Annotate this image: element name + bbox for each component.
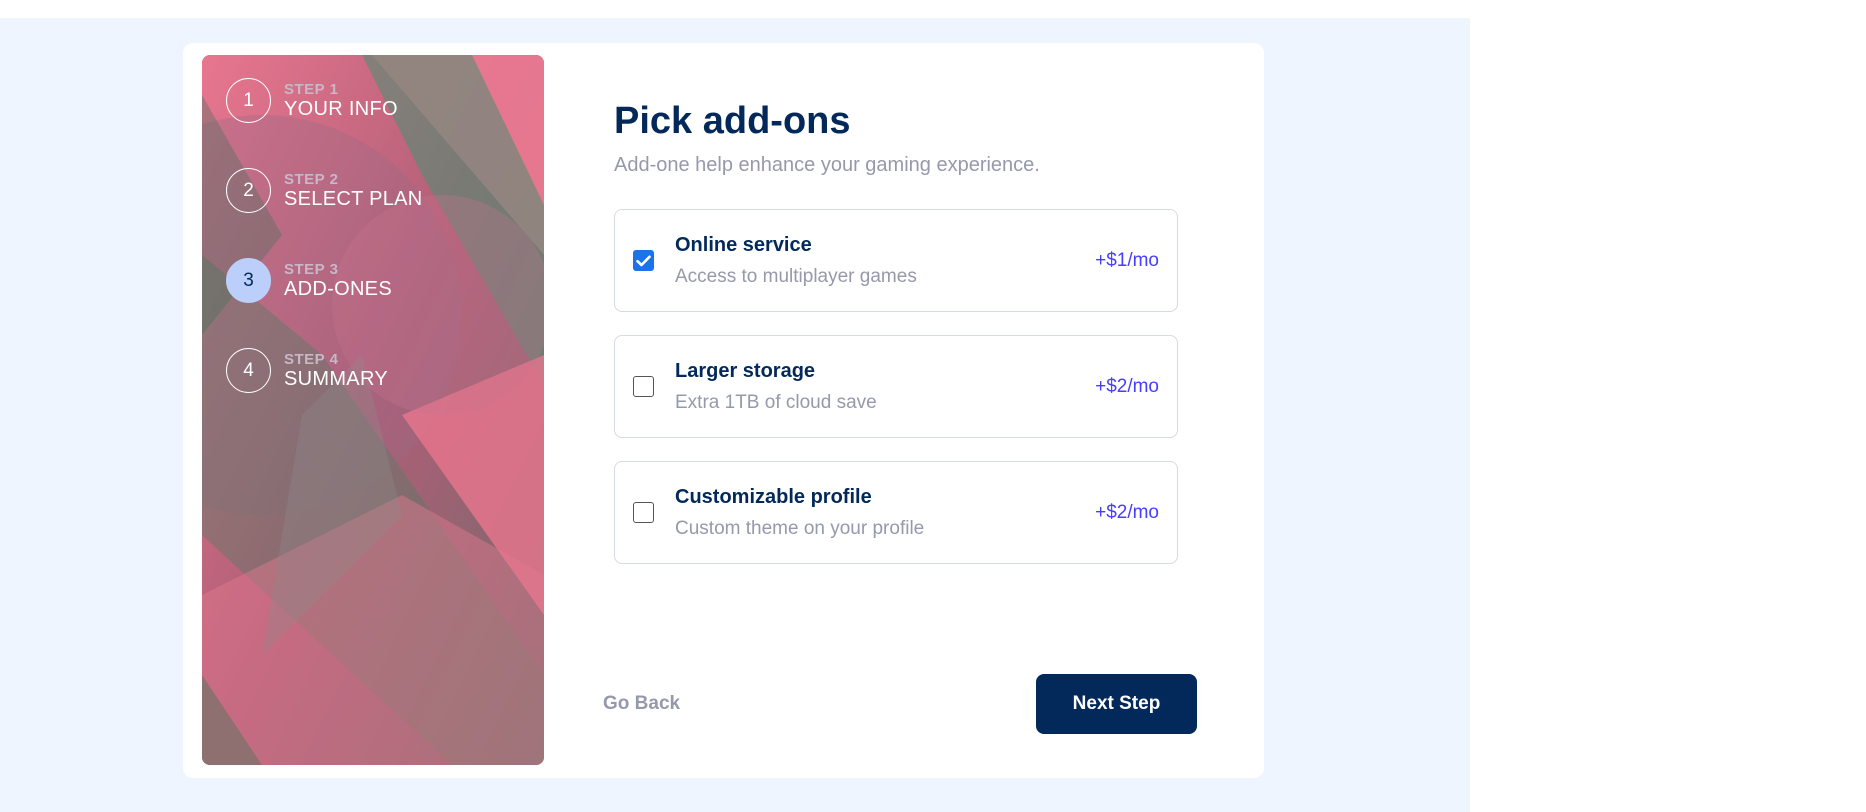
addon-description: Custom theme on your profile xyxy=(675,517,925,539)
form-card: 1 STEP 1 YOUR INFO 2 STEP 2 SELECT PLAN … xyxy=(183,43,1264,778)
step-1: 1 STEP 1 YOUR INFO xyxy=(226,78,398,123)
step-label: SELECT PLAN xyxy=(284,188,423,210)
step-label: YOUR INFO xyxy=(284,98,398,120)
addon-name: Larger storage xyxy=(675,359,816,382)
checkmark-icon xyxy=(636,255,651,266)
step-number-circle: 1 xyxy=(226,78,271,123)
addon-online-service[interactable]: Online service Access to multiplayer gam… xyxy=(614,209,1178,312)
go-back-button[interactable]: Go Back xyxy=(603,693,680,715)
addon-checkbox[interactable] xyxy=(633,502,654,523)
step-4: 4 STEP 4 SUMMARY xyxy=(226,348,388,393)
addon-customizable-profile[interactable]: Customizable profile Custom theme on you… xyxy=(614,461,1178,564)
step-caption: STEP 1 xyxy=(284,81,339,98)
sidebar-background-art xyxy=(202,55,544,765)
step-number-circle-active: 3 xyxy=(226,258,271,303)
step-number-circle: 2 xyxy=(226,168,271,213)
step-caption: STEP 2 xyxy=(284,171,339,188)
addons-panel: Pick add-ons Add-one help enhance your g… xyxy=(603,43,1264,778)
addon-description: Extra 1TB of cloud save xyxy=(675,391,877,413)
addon-checkbox-checked[interactable] xyxy=(633,250,654,271)
addon-name: Online service xyxy=(675,233,812,256)
page-title: Pick add-ons xyxy=(614,100,851,142)
addon-description: Access to multiplayer games xyxy=(675,265,917,287)
step-caption: STEP 4 xyxy=(284,351,339,368)
step-2: 2 STEP 2 SELECT PLAN xyxy=(226,168,423,213)
step-caption: STEP 3 xyxy=(284,261,339,278)
addon-price: +$2/mo xyxy=(1095,501,1159,523)
addon-checkbox[interactable] xyxy=(633,376,654,397)
addon-larger-storage[interactable]: Larger storage Extra 1TB of cloud save +… xyxy=(614,335,1178,438)
step-number-circle: 4 xyxy=(226,348,271,393)
step-3: 3 STEP 3 ADD-ONES xyxy=(226,258,392,303)
next-step-button[interactable]: Next Step xyxy=(1036,674,1197,734)
steps-sidebar: 1 STEP 1 YOUR INFO 2 STEP 2 SELECT PLAN … xyxy=(202,55,544,765)
step-label: ADD-ONES xyxy=(284,278,392,300)
page-subtitle: Add-one help enhance your gaming experie… xyxy=(614,154,1040,176)
addon-price: +$2/mo xyxy=(1095,375,1159,397)
addon-name: Customizable profile xyxy=(675,485,872,508)
step-label: SUMMARY xyxy=(284,368,388,390)
addon-price: +$1/mo xyxy=(1095,249,1159,271)
